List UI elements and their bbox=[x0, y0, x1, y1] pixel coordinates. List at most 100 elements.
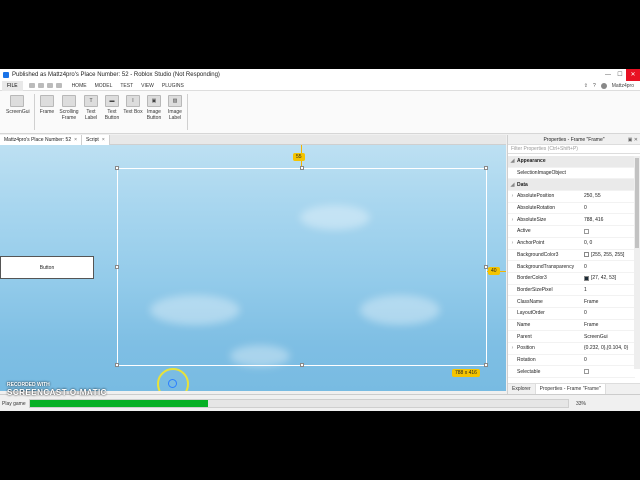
property-value[interactable]: ScreenGui bbox=[584, 334, 635, 340]
property-row[interactable]: AbsoluteRotation 0 bbox=[508, 203, 635, 215]
resize-handle[interactable] bbox=[115, 166, 119, 170]
resize-handle[interactable] bbox=[300, 166, 304, 170]
property-row[interactable]: Selectable bbox=[508, 366, 635, 379]
tab-script[interactable]: Script × bbox=[82, 134, 110, 145]
tab-test[interactable]: TEST bbox=[116, 81, 137, 91]
save-icon[interactable] bbox=[28, 83, 35, 88]
expand-arrow-icon[interactable]: › bbox=[508, 217, 517, 223]
file-menu[interactable]: FILE bbox=[2, 80, 23, 91]
property-value[interactable]: 0 bbox=[584, 264, 635, 270]
property-value[interactable]: [255, 255, 255] bbox=[584, 252, 635, 258]
property-value[interactable]: 0 bbox=[584, 357, 635, 363]
property-value[interactable]: 250, 55 bbox=[584, 193, 635, 199]
property-value[interactable]: Frame bbox=[584, 322, 635, 328]
tab-explorer[interactable]: Explorer bbox=[508, 384, 535, 394]
property-section[interactable]: ◢ Data bbox=[508, 179, 635, 192]
text-label-button[interactable]: T Text Label bbox=[80, 95, 102, 121]
scrollbar-thumb[interactable] bbox=[635, 158, 639, 248]
property-name: Rotation bbox=[517, 357, 536, 364]
redo-icon[interactable] bbox=[46, 83, 53, 88]
property-row[interactable]: LayoutOrder 0 bbox=[508, 308, 635, 320]
resize-handle[interactable] bbox=[115, 363, 119, 367]
resize-handle[interactable] bbox=[484, 363, 488, 367]
share-icon[interactable]: ⇪ bbox=[584, 83, 588, 89]
text-button-button[interactable]: ▬ Text Button bbox=[101, 95, 123, 121]
property-row[interactable]: Rotation 0 bbox=[508, 355, 635, 367]
frame-button[interactable]: Frame bbox=[36, 95, 58, 115]
property-value[interactable]: 1 bbox=[584, 287, 635, 293]
property-checkbox[interactable] bbox=[584, 228, 589, 234]
color-swatch[interactable] bbox=[584, 252, 589, 258]
property-row[interactable]: BackgroundTransparency 0 bbox=[508, 261, 635, 273]
tab-home[interactable]: HOME bbox=[68, 81, 91, 91]
close-icon[interactable]: × bbox=[102, 135, 105, 145]
property-row[interactable]: ClassName Frame bbox=[508, 296, 635, 308]
property-row[interactable]: BackgroundColor3 [255, 255, 255] bbox=[508, 250, 635, 262]
resize-handle[interactable] bbox=[484, 166, 488, 170]
property-value[interactable]: 0 bbox=[584, 310, 635, 316]
property-row[interactable]: SelectionImageObject bbox=[508, 168, 635, 180]
properties-title-text: Properties - Frame "Frame" bbox=[543, 137, 605, 143]
tab-properties[interactable]: Properties - Frame "Frame" bbox=[534, 384, 606, 394]
property-row[interactable]: Active bbox=[508, 226, 635, 238]
property-row[interactable]: Parent ScreenGui bbox=[508, 331, 635, 343]
help-icon[interactable]: ? bbox=[593, 83, 596, 89]
status-label: Play game bbox=[2, 401, 26, 407]
username[interactable]: Mattz4pro bbox=[612, 83, 634, 89]
collapse-arrow-icon[interactable]: ◢ bbox=[508, 182, 517, 188]
avatar[interactable] bbox=[600, 82, 607, 89]
property-value[interactable]: 0 bbox=[584, 205, 635, 211]
expand-arrow-icon[interactable]: › bbox=[508, 193, 517, 199]
color-swatch[interactable] bbox=[584, 275, 589, 281]
text-box-button[interactable]: I Text Box bbox=[122, 95, 144, 115]
game-viewport[interactable]: 55 40 788 x 416 Button bbox=[0, 145, 506, 391]
property-row[interactable]: › AnchorPoint 0, 0 bbox=[508, 238, 635, 250]
property-value-text: Frame bbox=[584, 298, 599, 305]
text-button-label: Text Button bbox=[104, 109, 120, 121]
close-button[interactable]: ✕ bbox=[626, 69, 640, 81]
selected-frame[interactable] bbox=[115, 166, 488, 367]
expand-arrow-icon[interactable]: › bbox=[508, 345, 517, 351]
property-value[interactable] bbox=[584, 369, 635, 375]
resize-handle[interactable] bbox=[115, 265, 119, 269]
property-row[interactable]: BorderSizePixel 1 bbox=[508, 285, 635, 297]
property-section[interactable]: ◢ Appearance bbox=[508, 156, 635, 168]
screengui-button[interactable]: ScreenGui bbox=[6, 95, 30, 115]
gui-text-button[interactable]: Button bbox=[0, 256, 94, 279]
property-row[interactable]: › AbsolutePosition 250, 55 bbox=[508, 191, 635, 203]
resize-handle[interactable] bbox=[300, 363, 304, 367]
property-value[interactable]: [27, 42, 53] bbox=[584, 275, 635, 281]
tab-plugins[interactable]: PLUGINS bbox=[158, 81, 188, 91]
expand-arrow-icon[interactable]: › bbox=[508, 240, 517, 246]
tab-place[interactable]: Mattz4pro's Place Number: 52 × bbox=[0, 134, 83, 145]
menu-bar: FILE HOME MODEL TEST VIEW PLUGINS ⇪ ? Ma… bbox=[0, 80, 640, 91]
roblox-studio-icon bbox=[3, 72, 9, 78]
filter-properties-input[interactable]: Filter Properties (Ctrl+Shift+P) bbox=[508, 145, 640, 154]
screengui-icon bbox=[10, 95, 24, 107]
property-row[interactable]: › Position {0.232, 0},{0.104, 0} bbox=[508, 343, 635, 355]
scrolling-frame-button[interactable]: Scrolling Frame bbox=[58, 95, 80, 121]
tab-view[interactable]: VIEW bbox=[137, 81, 158, 91]
close-icon[interactable]: × bbox=[74, 135, 77, 145]
property-value[interactable] bbox=[584, 228, 635, 234]
tab-model[interactable]: MODEL bbox=[91, 81, 117, 91]
minimize-button[interactable]: — bbox=[602, 69, 614, 81]
image-button-icon: ▣ bbox=[147, 95, 161, 107]
grid-icon[interactable] bbox=[55, 83, 62, 88]
property-value[interactable]: Frame bbox=[584, 299, 635, 305]
property-row[interactable]: › AbsoluteSize 788, 416 bbox=[508, 214, 635, 227]
property-row[interactable]: Name Frame bbox=[508, 320, 635, 332]
image-button-button[interactable]: ▣ Image Button bbox=[143, 95, 165, 121]
property-checkbox[interactable] bbox=[584, 369, 589, 375]
collapse-arrow-icon[interactable]: ◢ bbox=[508, 158, 517, 164]
panel-close-icon[interactable]: ▣ ✕ bbox=[628, 135, 638, 145]
property-value[interactable]: {0.232, 0},{0.104, 0} bbox=[584, 345, 635, 351]
image-label-button[interactable]: ▨ Image Label bbox=[164, 95, 186, 121]
property-row[interactable]: BorderColor3 [27, 42, 53] bbox=[508, 273, 635, 285]
undo-icon[interactable] bbox=[37, 83, 44, 88]
property-value[interactable]: 788, 416 bbox=[584, 217, 635, 223]
properties-scrollbar[interactable] bbox=[634, 156, 640, 369]
title-bar: Published as Mattz4pro's Place Number: 5… bbox=[0, 69, 640, 81]
maximize-button[interactable]: ☐ bbox=[614, 69, 626, 81]
property-value[interactable]: 0, 0 bbox=[584, 240, 635, 246]
